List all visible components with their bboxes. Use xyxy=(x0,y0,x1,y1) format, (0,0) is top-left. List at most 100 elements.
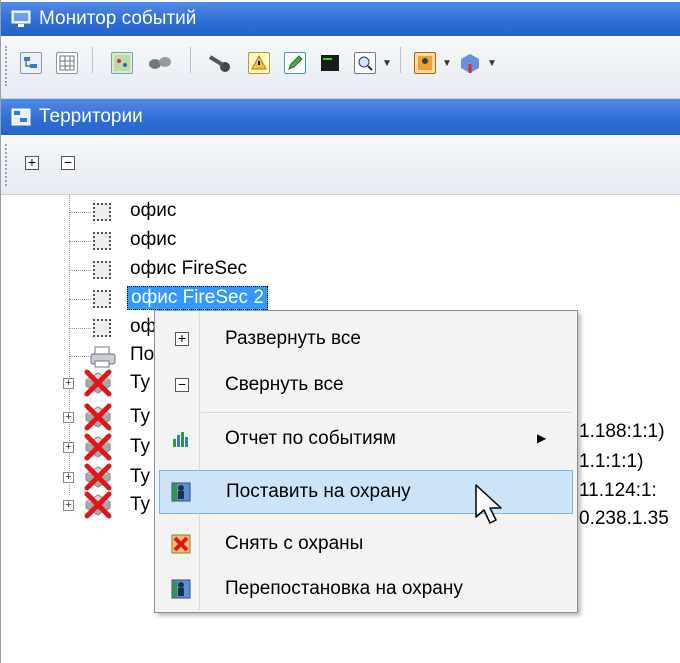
expand-toggle[interactable]: + xyxy=(63,442,74,453)
console-button[interactable] xyxy=(319,52,341,74)
territories-icon xyxy=(11,108,31,126)
zone-icon xyxy=(93,232,111,250)
tree-item-device-5[interactable]: + Ту xyxy=(57,489,154,521)
printer-icon xyxy=(90,346,116,368)
menu-item-rearm[interactable]: Перепостановка на охрану xyxy=(159,567,573,611)
tree-item-label: офис xyxy=(130,229,177,250)
tree-view-icon xyxy=(24,57,37,68)
cube-button[interactable] xyxy=(457,51,483,75)
context-menu: + Развернуть все − Свернуть все Отчет по… xyxy=(154,310,578,613)
tree-item-partial-office[interactable]: оф xyxy=(69,315,157,341)
arm-guard-icon xyxy=(171,482,191,502)
mouse-cursor-icon xyxy=(475,484,502,524)
menu-item-expand-all[interactable]: + Развернуть все xyxy=(159,317,573,361)
menu-item-collapse-all[interactable]: − Свернуть все xyxy=(159,363,573,407)
window-title: Монитор событий xyxy=(39,8,197,29)
tree-item-label: офис FireSec xyxy=(130,258,248,279)
search-button[interactable] xyxy=(354,52,376,74)
pencil-icon xyxy=(288,55,303,70)
tree-item-label: Ту xyxy=(130,372,151,393)
chart-report-icon xyxy=(173,432,188,447)
tree-view-button[interactable] xyxy=(20,52,42,74)
tree-item-device-3[interactable]: + Ту xyxy=(57,431,154,463)
grid-view-button[interactable] xyxy=(56,52,78,74)
menu-item-label: Свернуть все xyxy=(225,374,344,395)
magnifier-icon xyxy=(358,56,373,71)
disarm-guard-icon xyxy=(171,534,191,554)
event-monitor-window: Монитор событий ▼ ▼ ▼ Территории + − офи… xyxy=(0,0,680,663)
menu-item-disarm[interactable]: Снять с охраны xyxy=(159,522,573,566)
person-card-icon xyxy=(418,56,432,70)
report-dropdown-arrow[interactable]: ▼ xyxy=(442,58,452,69)
tree-item-label: Ту xyxy=(130,436,151,457)
collapse-all-button[interactable]: − xyxy=(61,154,75,170)
main-toolbar: ▼ ▼ ▼ xyxy=(1,36,680,99)
window-title-bar: Монитор событий xyxy=(1,2,680,36)
tree-item-office-firesec[interactable]: офис FireSec xyxy=(69,257,369,283)
tree-item-office-firesec-2[interactable]: офис FireSec 2 xyxy=(69,286,369,312)
monitor-icon xyxy=(11,10,31,27)
menu-item-label: Перепостановка на охрану xyxy=(225,578,463,599)
expand-icon: + xyxy=(175,331,189,346)
map-view-button[interactable] xyxy=(111,52,133,74)
grid-icon xyxy=(59,55,75,71)
zone-icon xyxy=(93,290,111,308)
tree-item-office-2[interactable]: офис xyxy=(69,228,369,254)
expand-all-button[interactable]: + xyxy=(25,154,39,170)
territories-panel-header: Территории xyxy=(1,99,680,135)
map-icon xyxy=(114,55,130,71)
binoculars-icon xyxy=(149,57,171,69)
submenu-arrow-icon: ▶ xyxy=(537,431,547,445)
tree-toolbar: + − xyxy=(1,136,680,195)
cube-icon xyxy=(461,54,479,73)
device-offline-icon xyxy=(84,369,112,397)
tree-item-address-3: 11.124:1: xyxy=(579,480,657,501)
tree-item-office-1[interactable]: офис xyxy=(69,199,369,225)
tree-toolbar-grip[interactable] xyxy=(5,144,11,186)
tree-item-device-1[interactable]: + Ту xyxy=(57,367,154,399)
tree-item-address-1: 1.188:1:1) xyxy=(579,421,665,442)
terminal-icon xyxy=(321,55,339,71)
toolbar-grip[interactable] xyxy=(5,46,11,86)
alarm-button[interactable] xyxy=(248,52,270,74)
tree-item-label: Ту xyxy=(130,466,151,487)
expand-toggle[interactable]: + xyxy=(63,378,74,389)
rearm-guard-icon xyxy=(171,579,191,599)
report-button[interactable] xyxy=(414,52,436,74)
zone-icon xyxy=(93,261,111,279)
menu-item-arm[interactable]: Поставить на охрану xyxy=(159,470,573,514)
tree-item-label: Ту xyxy=(130,406,151,427)
device-offline-icon xyxy=(84,433,112,461)
expand-toggle[interactable]: + xyxy=(63,412,74,423)
glasses-button[interactable] xyxy=(146,50,174,74)
key-button[interactable] xyxy=(206,51,234,75)
tree-item-label: оф xyxy=(130,316,157,337)
device-offline-icon xyxy=(84,463,112,491)
menu-item-event-report[interactable]: Отчет по событиям ▶ xyxy=(159,417,573,461)
tree-item-label: По xyxy=(130,344,155,365)
edit-button[interactable] xyxy=(284,52,306,74)
tree-item-label: Ту xyxy=(130,494,151,515)
menu-item-label: Развернуть все xyxy=(225,328,361,349)
tree-item-printer[interactable]: По xyxy=(69,342,154,370)
expand-toggle[interactable]: + xyxy=(63,500,74,511)
territories-panel-title: Территории xyxy=(39,106,143,127)
collapse-icon: − xyxy=(175,377,189,392)
expand-toggle[interactable]: + xyxy=(63,472,74,483)
menu-item-label: Поставить на охрану xyxy=(226,481,411,502)
tree-item-label-selected: офис FireSec 2 xyxy=(127,286,268,310)
tree-item-address-4: 0.238.1.35 xyxy=(579,508,669,529)
zone-icon xyxy=(93,319,111,337)
minus-icon: − xyxy=(63,154,73,170)
plus-icon: + xyxy=(27,154,37,170)
warning-icon xyxy=(251,54,267,70)
tree-item-address-2: 1.1:1:1) xyxy=(579,451,644,472)
cube-dropdown-arrow[interactable]: ▼ xyxy=(487,58,497,69)
menu-item-label: Снять с охраны xyxy=(225,533,364,554)
device-offline-icon xyxy=(84,403,112,431)
search-dropdown-arrow[interactable]: ▼ xyxy=(382,58,392,69)
tree-item-device-2[interactable]: + Ту xyxy=(57,401,154,433)
menu-item-label: Отчет по событиям xyxy=(225,428,396,449)
tree-item-label: офис xyxy=(130,200,177,221)
key-icon xyxy=(208,55,230,72)
